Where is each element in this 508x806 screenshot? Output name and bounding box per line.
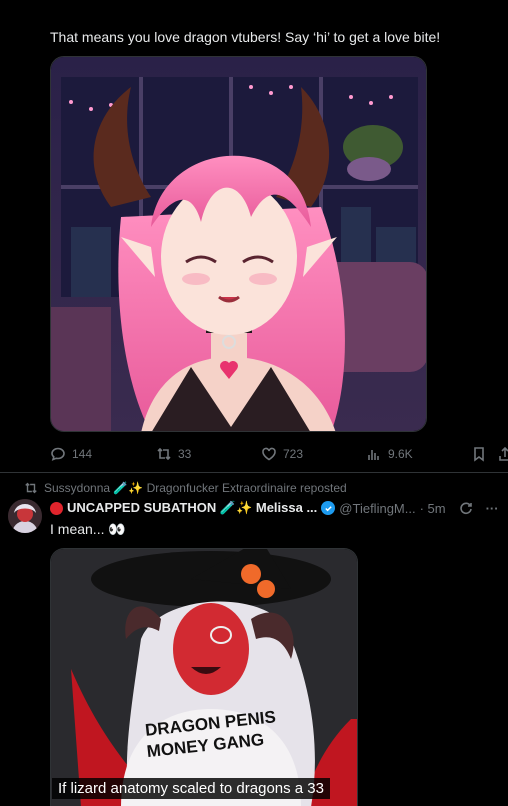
repost-context-label: Sussydonna 🧪✨ Dragonfucker Extraordinair… <box>44 481 347 495</box>
tweet-media-image[interactable]: DRAGON PENIS MONEY GANG <box>50 548 358 806</box>
repost-icon <box>25 482 37 494</box>
demon-illustration: DRAGON PENIS MONEY GANG <box>51 549 357 806</box>
tweet-author-header: UNCAPPED SUBATHON 🧪✨ Melissa ... @Tiefli… <box>50 500 499 516</box>
reply-button[interactable]: 144 <box>50 444 92 464</box>
reply-count: 144 <box>72 447 93 461</box>
more-options-icon[interactable]: ··· <box>486 501 499 516</box>
tweet-action-bar: 144 33 723 9.6K <box>50 444 508 464</box>
author-name[interactable]: UNCAPPED SUBATHON 🧪✨ Melissa ... <box>67 500 317 516</box>
red-circle-icon <box>50 501 63 515</box>
reply-icon <box>51 447 65 461</box>
verified-badge-icon <box>321 501 336 515</box>
views-button[interactable]: 9.6K <box>366 444 413 464</box>
vtuber-illustration <box>51 57 426 431</box>
like-button[interactable]: 723 <box>261 444 303 464</box>
heart-icon <box>262 447 276 461</box>
tweet-time[interactable]: · 5m <box>420 501 446 516</box>
tweet-divider <box>0 472 508 473</box>
avatar[interactable] <box>8 499 42 533</box>
avatar-image <box>8 499 42 533</box>
bookmark-icon <box>474 447 484 462</box>
tweet-text: That means you love dragon vtubers! Say … <box>50 29 441 45</box>
share-icon <box>499 446 508 461</box>
bookmark-button[interactable] <box>471 444 487 464</box>
image-alt-caption: If lizard anatomy scaled to dragons a 33 <box>52 778 330 799</box>
repost-icon <box>157 447 171 461</box>
repost-button[interactable]: 33 <box>156 444 191 464</box>
share-button[interactable] <box>497 444 508 464</box>
author-handle[interactable]: @TieflingM... <box>339 501 415 516</box>
repost-context[interactable]: Sussydonna 🧪✨ Dragonfucker Extraordinair… <box>24 481 347 495</box>
refresh-icon[interactable] <box>458 500 474 516</box>
views-icon <box>368 450 379 460</box>
repost-count: 33 <box>178 447 192 461</box>
like-count: 723 <box>283 447 304 461</box>
view-count: 9.6K <box>388 447 413 461</box>
tweet-media-image[interactable] <box>50 56 427 432</box>
tweet-text: I mean... 👀 <box>50 521 126 537</box>
